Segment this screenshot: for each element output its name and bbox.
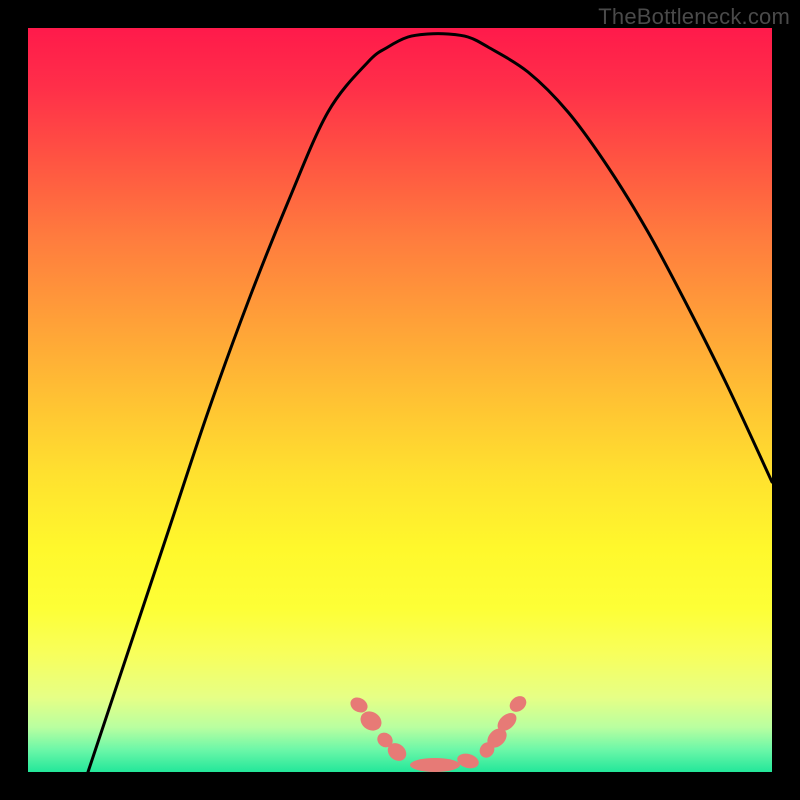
curve-marker: [348, 694, 371, 715]
curve-markers: [348, 693, 530, 772]
curve-marker: [456, 751, 481, 770]
curve-marker: [477, 739, 498, 760]
curve-marker: [357, 708, 385, 735]
watermark-text: TheBottleneck.com: [598, 4, 790, 30]
curve-marker: [494, 709, 520, 734]
curve-marker: [410, 758, 460, 772]
curve-marker: [507, 693, 530, 715]
bottleneck-curve: [88, 34, 772, 772]
bottleneck-curve-svg: [28, 28, 772, 772]
curve-marker: [384, 739, 410, 764]
curve-marker: [374, 730, 395, 751]
chart-plot-area: [28, 28, 772, 772]
curve-marker: [484, 725, 511, 752]
